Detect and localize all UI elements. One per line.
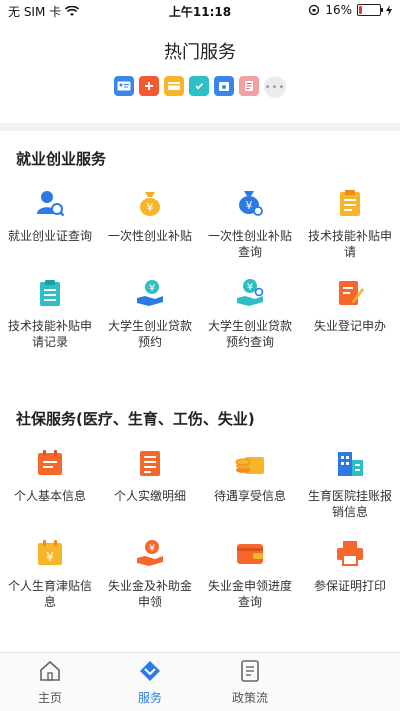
hot-services-row: ••• [0,76,400,98]
service-item[interactable]: ¥ 一次性创业补贴 [100,188,200,244]
calendar-icon[interactable] [214,76,234,96]
shield-check-icon[interactable] [189,76,209,96]
id-card-icon[interactable] [114,76,134,96]
service-item[interactable]: 就业创业证查询 [0,188,100,244]
hand-coin-search-icon: ¥ [237,279,264,306]
service-item[interactable]: ¥ 失业金及补助金申领 [100,538,200,610]
service-item[interactable]: 生育医院挂账报销信息 [300,448,400,520]
orientation-lock-icon [309,4,320,16]
section-title-social-security: 社保服务(医疗、生育、工伤、失业) [16,410,255,428]
user-search-icon [37,191,65,217]
hand-money-icon: ¥ [137,540,163,566]
svg-text:¥: ¥ [46,550,54,564]
service-item[interactable]: 技术技能补贴申请记录 [0,278,100,350]
status-bar: 无 SIM 卡 上午11:18 16% [0,0,400,22]
hand-coin-icon: ¥ [137,280,163,306]
service-item[interactable]: 失业金申领进度查询 [200,538,300,610]
money-bag-icon: ¥ [140,192,160,216]
service-item[interactable]: ¥ 个人生育津贴信息 [0,538,100,610]
battery-percent: 16% [325,3,352,17]
more-icon[interactable]: ••• [264,76,286,98]
svg-text:¥: ¥ [246,199,253,212]
service-item[interactable]: ¥ 大学生创业贷款预约查询 [200,278,300,350]
service-item[interactable]: 个人基本信息 [0,448,100,504]
svg-text:¥: ¥ [149,543,155,554]
service-item[interactable]: 技术技能补贴申请 [300,188,400,260]
money-bag-search-icon: ¥ [239,191,263,216]
battery-icon [357,4,383,16]
document-icon[interactable] [239,76,259,96]
clipboard-icon [340,190,360,216]
tab-policy[interactable]: 政策流 [200,659,300,706]
bottom-tab-bar: 主页 服务 政策流 [0,652,400,711]
home-icon [40,660,60,681]
section-divider [0,123,400,131]
section-title-employment: 就业创业服务 [16,150,107,168]
clipboard-list-icon [40,280,60,306]
svg-text:¥: ¥ [247,282,253,293]
service-item[interactable]: 个人实缴明细 [100,448,200,504]
service-item[interactable]: ¥ 一次性创业补贴查询 [200,188,300,260]
svg-text:¥: ¥ [147,201,154,214]
calendar-info-icon [38,450,62,475]
service-item[interactable]: 待遇享受信息 [200,448,300,504]
hospital-building-icon [338,452,363,476]
service-item[interactable]: 失业登记申办 [300,278,400,334]
service-item[interactable]: ¥ 大学生创业贷款预约 [100,278,200,350]
tab-home[interactable]: 主页 [0,659,100,706]
wallet-progress-icon [237,544,263,564]
document-list-icon [140,451,160,476]
service-icon [140,661,160,681]
medical-kit-icon[interactable] [139,76,159,96]
policy-icon [241,660,259,682]
printer-icon [337,541,363,566]
wallet-icon[interactable] [164,76,184,96]
service-item[interactable]: 参保证明打印 [300,538,400,594]
edit-document-icon [339,281,364,305]
tab-service[interactable]: 服务 [100,659,200,706]
coins-wallet-icon [235,457,264,474]
charging-icon [386,4,392,16]
svg-text:¥: ¥ [149,283,155,294]
page-title: 热门服务 [164,42,236,63]
allowance-calendar-icon: ¥ [38,540,62,565]
